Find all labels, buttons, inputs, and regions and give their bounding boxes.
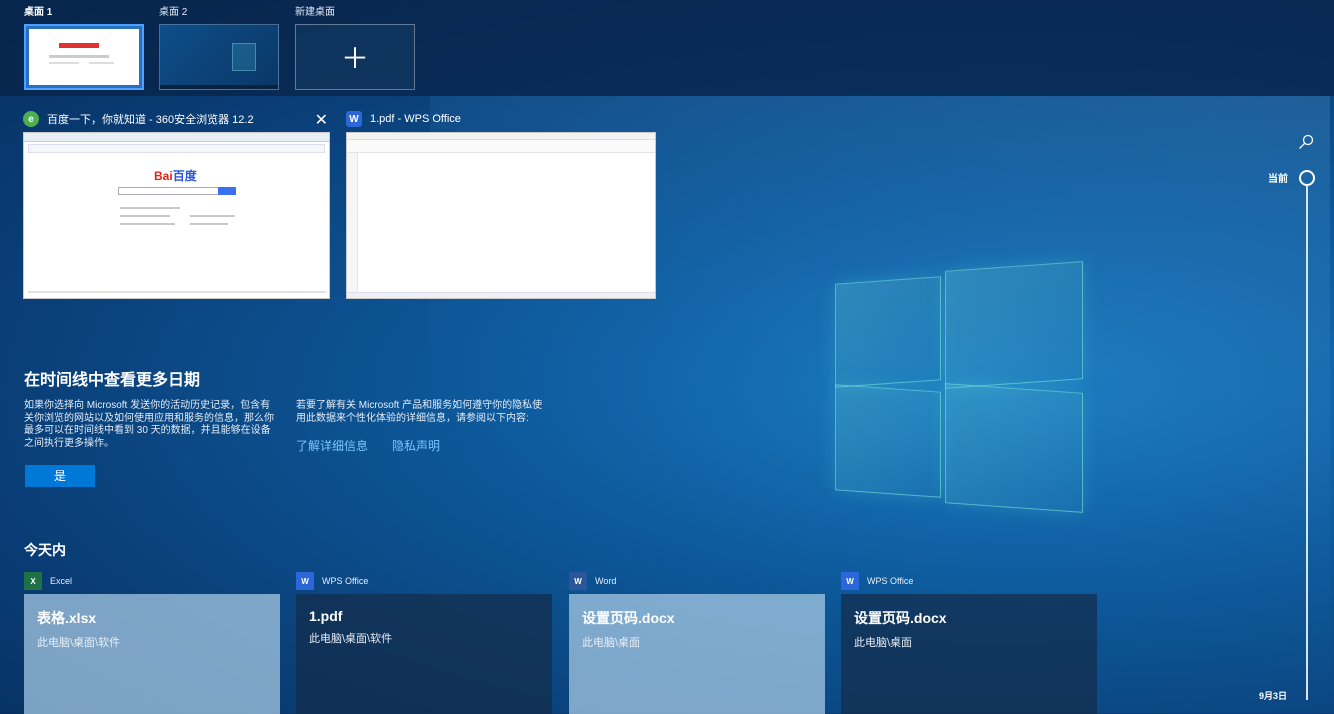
activity-path: 此电脑\桌面\软件 (309, 633, 393, 645)
activity-name: 表格.xlsx (37, 610, 97, 626)
yes-button[interactable]: 是 (25, 465, 95, 487)
activity-card[interactable]: W Word 设置页码.docx 此电脑\桌面 (569, 572, 825, 714)
activity-app: WPS Office (322, 576, 369, 586)
activity-header: W Word (569, 572, 825, 590)
activity-body[interactable]: 1.pdf 此电脑\桌面\软件 (296, 594, 552, 714)
activity-body[interactable]: 表格.xlsx 此电脑\桌面\软件 (24, 594, 280, 714)
timeline-date-label: 9月3日 (1259, 691, 1288, 701)
learn-more-link[interactable]: 了解详细信息 (296, 437, 368, 454)
window-title: 1.pdf - WPS Office (370, 113, 461, 125)
window-card-browser[interactable]: e 百度一下，你就知道 - 360安全浏览器 12.2 ✕ Bai百度 (23, 108, 330, 299)
wps-icon: W (841, 572, 859, 590)
activity-path: 此电脑\桌面 (854, 637, 913, 649)
wps-icon: W (346, 111, 362, 127)
activity-body[interactable]: 设置页码.docx 此电脑\桌面 (569, 594, 825, 714)
privacy-statement-link[interactable]: 隐私声明 (392, 437, 440, 454)
virtual-desktops-bar: 桌面 1 桌面 2 新建桌面 ＋ (0, 0, 1334, 96)
activity-name: 1.pdf (309, 608, 343, 624)
desktop-thumbnail[interactable] (24, 24, 144, 90)
activity-header: X Excel (24, 572, 280, 590)
desktop-1[interactable]: 桌面 1 (24, 6, 144, 90)
desktop-label: 新建桌面 (295, 7, 335, 18)
timeline-scrollbar[interactable] (1306, 185, 1308, 700)
activity-path: 此电脑\桌面 (582, 637, 641, 649)
timeline-now-label: 当前 (1268, 174, 1288, 185)
activity-card[interactable]: W WPS Office 1.pdf 此电脑\桌面\软件 (296, 572, 552, 714)
promo-title: 在时间线中查看更多日期 (24, 372, 201, 389)
desktop-label: 桌面 1 (24, 7, 53, 18)
activity-header: W WPS Office (841, 572, 1097, 590)
new-desktop-button[interactable]: ＋ (295, 24, 415, 90)
window-title-bar: e 百度一下，你就知道 - 360安全浏览器 12.2 (23, 108, 330, 130)
desktop-thumbnail[interactable] (159, 24, 279, 90)
activity-path: 此电脑\桌面\软件 (37, 637, 121, 649)
activity-header: W WPS Office (296, 572, 552, 590)
activity-card[interactable]: X Excel 表格.xlsx 此电脑\桌面\软件 (24, 572, 280, 714)
timeline-current-dot[interactable] (1299, 170, 1315, 186)
word-icon: W (569, 572, 587, 590)
activity-body[interactable]: 设置页码.docx 此电脑\桌面 (841, 594, 1097, 714)
window-title-bar: W 1.pdf - WPS Office (346, 108, 656, 130)
windows-logo-wallpaper (835, 258, 1085, 513)
search-icon[interactable] (1298, 134, 1314, 150)
desktop-2[interactable]: 桌面 2 (159, 6, 279, 90)
activity-app: WPS Office (867, 576, 914, 586)
excel-icon: X (24, 572, 42, 590)
section-title-today: 今天内 (24, 542, 66, 558)
window-title: 百度一下，你就知道 - 360安全浏览器 12.2 (47, 114, 254, 126)
wps-icon: W (296, 572, 314, 590)
close-icon[interactable]: ✕ (315, 110, 328, 130)
activity-card[interactable]: W WPS Office 设置页码.docx 此电脑\桌面 (841, 572, 1097, 714)
activity-app: Word (595, 576, 617, 586)
activity-app: Excel (50, 576, 73, 586)
baidu-logo: Bai百度 (154, 169, 197, 183)
promo-privacy-text: 若要了解有关 Microsoft 产品和服务如何遵守你的隐私使用此数据来个性化体… (296, 400, 543, 424)
activity-name: 设置页码.docx (582, 610, 675, 626)
activity-name: 设置页码.docx (854, 610, 947, 626)
window-thumbnail[interactable] (346, 132, 656, 299)
desktop-label: 桌面 2 (159, 7, 188, 18)
360-browser-icon: e (23, 111, 39, 127)
new-desktop[interactable]: 新建桌面 ＋ (295, 6, 415, 90)
plus-icon: ＋ (340, 43, 369, 74)
window-card-wps[interactable]: W 1.pdf - WPS Office (346, 108, 656, 299)
promo-description: 如果你选择向 Microsoft 发送你的活动历史记录，包含有关你浏览的网站以及… (24, 400, 274, 449)
window-thumbnail[interactable]: Bai百度 (23, 132, 330, 299)
